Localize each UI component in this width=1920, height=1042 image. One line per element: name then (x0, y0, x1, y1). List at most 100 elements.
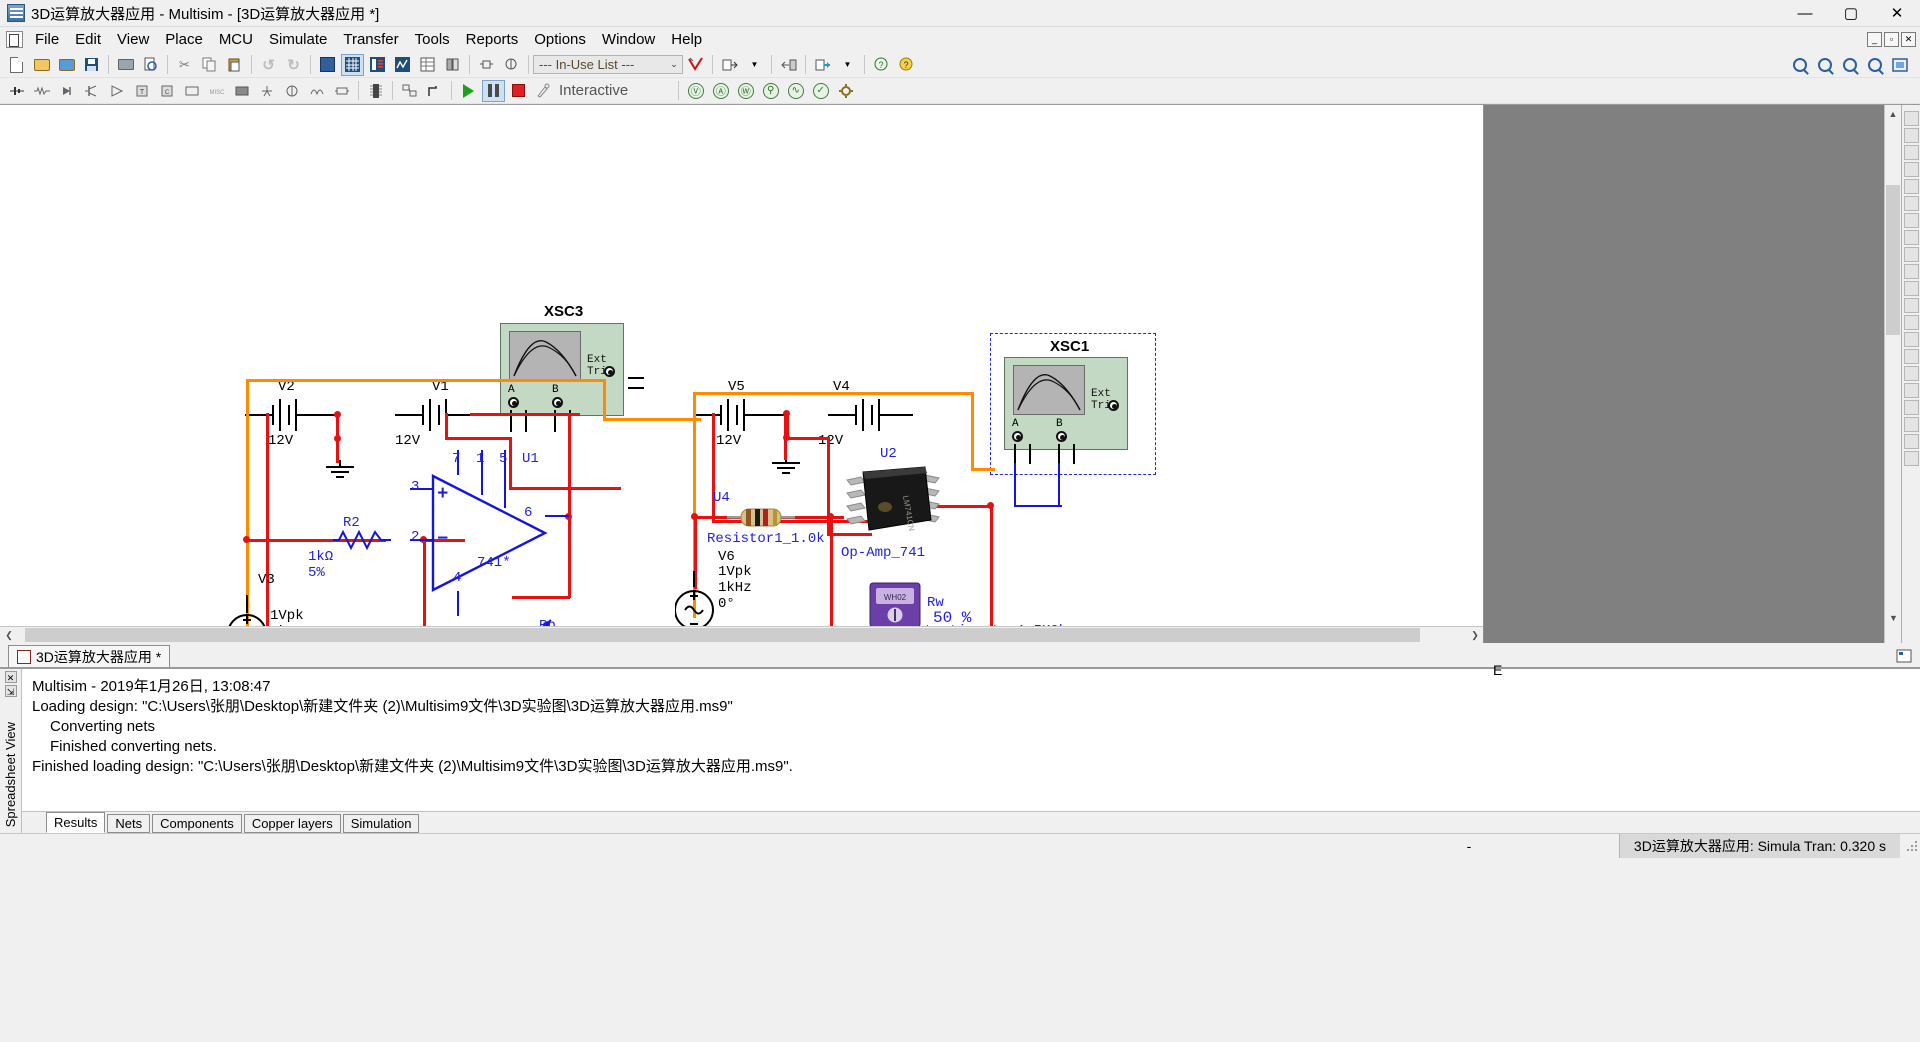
measure-ac-icon[interactable]: ∿ (784, 80, 807, 102)
design-toolbox-icon[interactable] (366, 54, 389, 76)
xsc1-terminal-b[interactable] (1056, 431, 1067, 442)
measure-wattage-icon[interactable]: Ⓦ (734, 80, 757, 102)
close-button[interactable]: ✕ (1874, 0, 1920, 27)
menu-file[interactable]: File (27, 28, 67, 51)
tab-components[interactable]: Components (152, 814, 242, 833)
copy-icon[interactable] (198, 54, 221, 76)
place-misc-digital-icon[interactable] (180, 80, 203, 102)
spreadsheet-icon[interactable] (416, 54, 439, 76)
scroll-up-arrow-icon[interactable]: ▲ (1885, 105, 1901, 122)
maximize-button[interactable]: ▢ (1828, 0, 1874, 27)
measure-settings-icon[interactable] (834, 80, 857, 102)
menu-tools[interactable]: Tools (407, 28, 458, 51)
tab-results[interactable]: Results (46, 812, 106, 833)
zoom-out-icon[interactable] (1813, 54, 1836, 76)
xsc3-terminal-b[interactable] (552, 397, 563, 408)
menu-window[interactable]: Window (594, 28, 663, 51)
back-annotate-icon[interactable] (777, 54, 800, 76)
place-power-icon[interactable] (255, 80, 278, 102)
instrument-function-generator-icon[interactable] (1903, 128, 1919, 143)
instrument-word-generator-icon[interactable] (1903, 230, 1919, 245)
menu-edit[interactable]: Edit (67, 28, 109, 51)
sheet-tab-extra-icon[interactable] (1896, 649, 1920, 667)
place-rf-icon[interactable] (305, 80, 328, 102)
place-analog-icon[interactable] (105, 80, 128, 102)
instrument-current-probe-icon[interactable] (1903, 451, 1919, 466)
electrical-rules-check-icon[interactable] (684, 54, 707, 76)
instrument-multimeter-icon[interactable] (1903, 111, 1919, 126)
place-transistor-icon[interactable] (80, 80, 103, 102)
measure-current-icon[interactable]: Ⓐ (709, 80, 732, 102)
place-indicator-icon[interactable] (230, 80, 253, 102)
print-preview-icon[interactable] (139, 54, 162, 76)
in-use-help-icon[interactable]: ? (870, 54, 893, 76)
open-folder-icon[interactable] (30, 54, 53, 76)
transfer-to-pcb-icon[interactable] (718, 54, 741, 76)
instrument-network-analyzer-icon[interactable] (1903, 332, 1919, 347)
place-ttl-icon[interactable]: T (130, 80, 153, 102)
save-disk-icon[interactable] (80, 54, 103, 76)
scroll-down-arrow-icon[interactable]: ▼ (1885, 609, 1902, 626)
resistor-3d-image[interactable] (727, 507, 797, 529)
minimize-button[interactable]: — (1782, 0, 1828, 27)
instrument-logic-analyzer-icon[interactable] (1903, 247, 1919, 262)
spreadsheet-close-icon[interactable]: ✕ (4, 671, 17, 683)
annotation-icon[interactable] (500, 54, 523, 76)
place-mcu-icon[interactable] (364, 80, 387, 102)
instrument-oscilloscope-icon[interactable] (1903, 162, 1919, 177)
scroll-left-arrow-icon[interactable]: ❮ (0, 627, 18, 644)
fullscreen-icon[interactable] (316, 54, 339, 76)
place-basic-icon[interactable] (30, 80, 53, 102)
interactive-settings-icon[interactable] (532, 80, 555, 102)
oscilloscope-xsc1[interactable]: Ext Trig A B (1004, 357, 1128, 450)
printer-icon[interactable] (114, 54, 137, 76)
hscroll-thumb[interactable] (25, 628, 1420, 642)
menu-view[interactable]: View (109, 28, 157, 51)
xsc1-terminal-a[interactable] (1012, 431, 1023, 442)
place-electromech-icon[interactable] (330, 80, 353, 102)
instrument-agilent-multimeter-icon[interactable] (1903, 366, 1919, 381)
tab-nets[interactable]: Nets (107, 814, 151, 833)
vscroll-thumb[interactable] (1886, 185, 1900, 335)
zoom-area-icon[interactable] (1838, 54, 1861, 76)
menu-mcu[interactable]: MCU (211, 28, 261, 51)
opamp-u1-symbol[interactable] (430, 473, 575, 593)
scissors-icon[interactable]: ✂ (173, 54, 196, 76)
instrument-measurement-probe-icon[interactable] (1903, 417, 1919, 432)
menu-simulate[interactable]: Simulate (261, 28, 335, 51)
grapher-icon[interactable] (391, 54, 414, 76)
create-component-icon[interactable] (475, 54, 498, 76)
menu-help[interactable]: Help (663, 28, 710, 51)
menu-transfer[interactable]: Transfer (335, 28, 406, 51)
open-design-icon[interactable] (55, 54, 78, 76)
measure-check-icon[interactable]: ✓ (809, 80, 832, 102)
place-source-icon[interactable] (5, 80, 28, 102)
schematic-canvas[interactable]: XSC3 Ext Trig A B V2 12V V1 12V + − 7 1 … (0, 105, 1484, 643)
in-use-list-dropdown[interactable]: --- In-Use List --- ⌄ (533, 55, 683, 74)
instrument-agilent-oscilloscope-icon[interactable] (1903, 383, 1919, 398)
menu-place[interactable]: Place (157, 28, 211, 51)
place-hierarchical-block-icon[interactable] (398, 80, 421, 102)
horizontal-scrollbar[interactable]: ❮ ❯ (0, 626, 1483, 644)
database-icon[interactable] (441, 54, 464, 76)
instrument-logic-converter-icon[interactable] (1903, 264, 1919, 279)
xsc3-terminal-ext[interactable] (604, 366, 615, 377)
place-diode-icon[interactable] (55, 80, 78, 102)
zoom-full-icon[interactable] (1888, 54, 1911, 76)
resize-grip-icon[interactable] (1904, 838, 1920, 854)
stop-simulation-button[interactable] (507, 80, 530, 102)
vertical-scrollbar[interactable]: ▲ ▼ (1884, 105, 1901, 643)
run-simulation-button[interactable] (457, 80, 480, 102)
tab-copper-layers[interactable]: Copper layers (243, 814, 341, 833)
instrument-labview-icon[interactable] (1903, 434, 1919, 449)
place-bus-icon[interactable] (423, 80, 446, 102)
undo-arrow-icon[interactable]: ↺ (257, 54, 280, 76)
xsc1-terminal-ext[interactable] (1108, 400, 1119, 411)
sheet-tab-active[interactable]: 3D运算放大器应用 * (8, 645, 171, 667)
transfer-dropdown-arrow-icon[interactable]: ▼ (743, 54, 766, 76)
tab-simulation[interactable]: Simulation (342, 814, 420, 833)
spreadsheet-pin-icon[interactable]: ⇲ (4, 685, 17, 697)
instrument-spectrum-analyzer-icon[interactable] (1903, 315, 1919, 330)
instrument-wattmeter-icon[interactable] (1903, 145, 1919, 160)
new-document-icon[interactable] (5, 54, 28, 76)
